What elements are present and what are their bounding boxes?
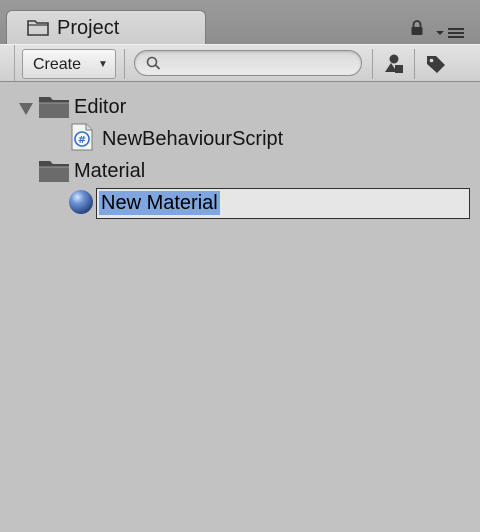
svg-text:#: # [78, 135, 86, 146]
tree-item-editor[interactable]: Editor [0, 90, 480, 122]
create-button[interactable]: Create ▼ [22, 49, 116, 79]
foldout-expanded-icon[interactable] [18, 102, 34, 116]
search-field[interactable] [134, 50, 362, 76]
folder-icon [39, 161, 69, 182]
material-sphere-icon [69, 190, 93, 214]
project-tree: Editor # NewBehaviourScript Material New… [0, 82, 480, 532]
label-tag-icon [427, 56, 445, 73]
tree-item-material[interactable]: Material [0, 154, 480, 186]
tree-item-newbehaviourscript[interactable]: # NewBehaviourScript [0, 122, 480, 154]
folder-icon [27, 20, 49, 36]
lock-icon[interactable] [410, 20, 424, 36]
tree-item-label: Editor [74, 96, 127, 118]
tree-item-label: Material [74, 160, 146, 182]
filter-by-type-button[interactable] [376, 49, 412, 79]
tab-title: Project [57, 17, 120, 39]
tree-item-label: NewBehaviourScript [102, 128, 284, 150]
project-toolbar: Create ▼ [0, 44, 480, 82]
tab-project[interactable]: Project [6, 10, 206, 48]
rename-input[interactable]: New Material [96, 188, 470, 219]
folder-icon [39, 97, 69, 118]
toolbar-divider [124, 49, 125, 79]
filter-by-label-button[interactable] [418, 49, 454, 79]
toolbar-divider [14, 45, 15, 81]
rename-selected-text[interactable]: New Material [99, 191, 220, 215]
create-button-label: Create [33, 56, 82, 73]
filter-by-type-icon [385, 54, 403, 73]
panel-menu-icon[interactable] [434, 26, 466, 40]
tree-item-new-material[interactable]: New Material [0, 186, 480, 219]
toolbar-divider [372, 49, 373, 79]
chevron-down-icon: ▼ [98, 59, 108, 70]
search-input[interactable] [165, 53, 353, 73]
csharp-script-icon: # [71, 123, 93, 151]
toolbar-divider [414, 49, 415, 79]
search-icon [146, 56, 161, 70]
panel-tab-strip: Project [0, 0, 480, 48]
